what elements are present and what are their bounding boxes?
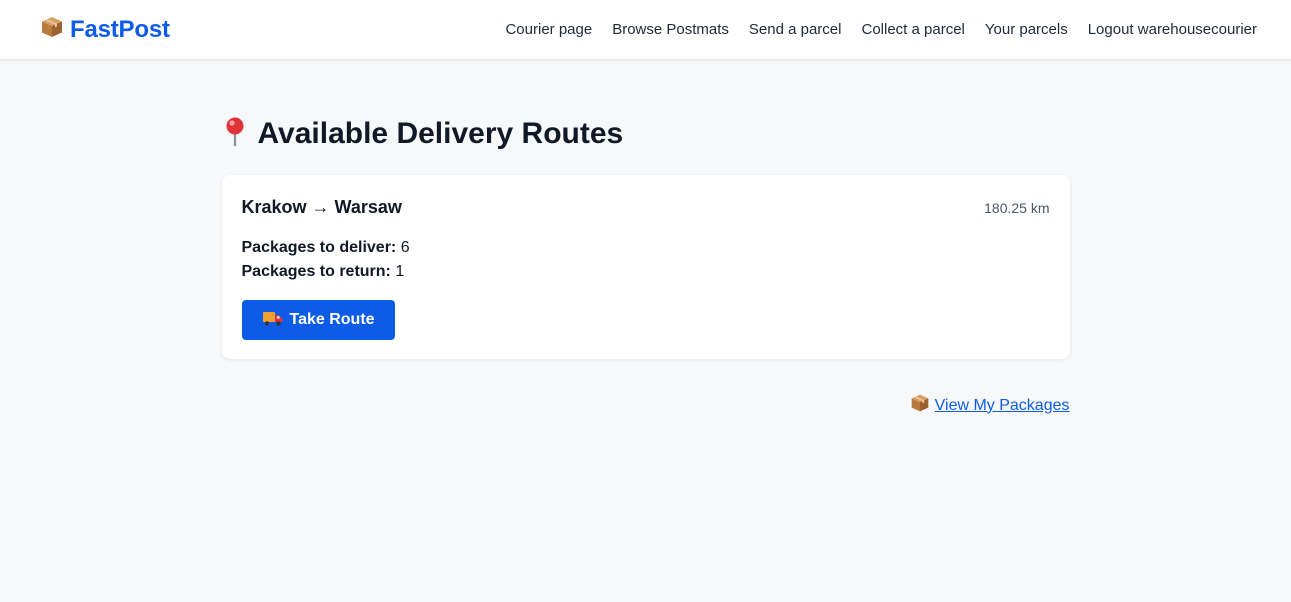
nav-collect-parcel[interactable]: Collect a parcel: [861, 21, 964, 38]
truck-icon: [262, 309, 284, 332]
footer-links: View My Packages: [222, 393, 1070, 418]
route-distance: 180.25 km: [984, 199, 1050, 216]
take-route-label: Take Route: [289, 311, 375, 328]
view-packages-link[interactable]: View My Packages: [910, 393, 1070, 418]
route-card: Krakow → Warsaw 180.25 km Packages to de…: [221, 175, 1070, 359]
nav-logout[interactable]: Logout warehousecourier: [1088, 21, 1257, 38]
nav-browse-postmats[interactable]: Browse Postmats: [612, 21, 729, 38]
packages-to-deliver: Packages to deliver: 6: [242, 236, 1050, 260]
page-title: Available Delivery Routes: [257, 116, 624, 150]
package-icon: [40, 15, 64, 44]
brand-title: FastPost: [70, 15, 170, 43]
main-content: Available Delivery Routes Krakow → Warsa…: [221, 60, 1070, 418]
nav-your-parcels[interactable]: Your parcels: [985, 21, 1068, 38]
nav-courier-page[interactable]: Courier page: [505, 21, 592, 38]
pin-icon: [222, 116, 248, 151]
view-packages-label: View My Packages: [934, 396, 1070, 414]
packages-to-return-label: Packages to return:: [241, 263, 391, 280]
route-name: Krakow → Warsaw: [241, 197, 402, 217]
packages-to-return: Packages to return: 1: [242, 260, 1050, 284]
main-nav: Courier page Browse Postmats Send a parc…: [505, 21, 1257, 38]
nav-send-parcel[interactable]: Send a parcel: [749, 21, 842, 38]
packages-to-deliver-label: Packages to deliver:: [241, 239, 397, 256]
packages-to-return-value: 1: [395, 263, 405, 280]
page-heading: Available Delivery Routes: [222, 116, 1070, 151]
take-route-button[interactable]: Take Route: [241, 300, 395, 340]
package-icon: [910, 393, 930, 418]
brand-link[interactable]: FastPost: [40, 15, 170, 44]
packages-to-deliver-value: 6: [400, 239, 410, 256]
top-navbar: FastPost Courier page Browse Postmats Se…: [0, 0, 1291, 60]
route-card-header: Krakow → Warsaw 180.25 km: [242, 197, 1050, 218]
